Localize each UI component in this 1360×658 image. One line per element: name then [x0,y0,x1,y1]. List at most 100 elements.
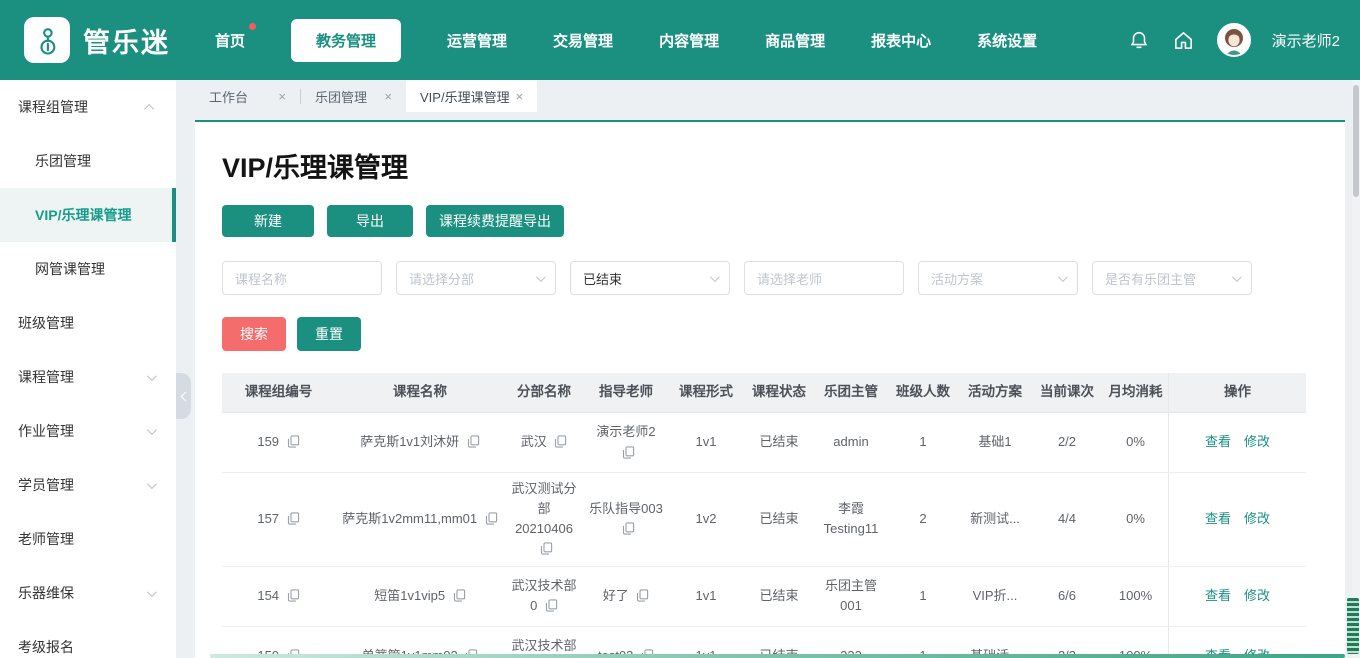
copy-icon[interactable] [287,589,300,602]
table-cell-actions: 查看 修改 [1168,566,1306,626]
nav-item-报表中心[interactable]: 报表中心 [871,30,931,51]
reset-button[interactable]: 重置 [297,317,361,351]
table-cell: 2 [887,473,959,566]
sidebar-item-学员管理[interactable]: 学员管理 [0,458,176,512]
tab-label: 工作台 [209,89,249,105]
current-user[interactable]: 演示老师2 [1272,30,1340,51]
filter-select-是否有乐团主管[interactable]: 是否有乐团主管 [1092,261,1252,295]
table-cell: 0% [1103,413,1168,472]
courses-table: 课程组编号 课程名称 分部名称 指导老师 课程形式 课程状态 乐团主管 班级人数 活动方案 当前课… [222,373,1306,658]
scroll-widget[interactable] [1347,598,1359,654]
copy-icon[interactable] [467,435,480,449]
table-cell: 基础1 [959,413,1031,472]
action-link-查看[interactable]: 查看 [1205,509,1231,529]
close-icon[interactable]: × [516,89,524,104]
copy-icon[interactable] [622,522,635,535]
search-button[interactable]: 搜索 [222,317,286,351]
cell-text: 已结束 [759,587,799,603]
sidebar-subitem-VIP/乐理课管理[interactable]: VIP/乐理课管理 [0,188,176,242]
close-icon[interactable]: × [278,89,286,104]
nav-item-教务管理[interactable]: 教务管理 [291,18,402,62]
filter-select-请选择分部[interactable]: 请选择分部 [396,261,556,295]
avatar[interactable] [1216,23,1251,57]
filter-select-已结束[interactable]: 已结束 [570,261,730,295]
toolbar-button-导出[interactable]: 导出 [327,205,413,237]
copy-icon[interactable] [485,512,498,525]
copy-icon[interactable] [287,512,300,525]
page-title: VIP/乐理课管理 [222,153,409,183]
nav-item-首页[interactable]: 首页 [215,22,257,51]
sidebar-subitem-网管课管理[interactable]: 网管课管理 [0,242,176,296]
filter-placeholder: 活动方案 [931,271,984,287]
action-link-修改[interactable]: 修改 [1244,432,1270,452]
music-instrument-icon [40,28,56,55]
sidebar-item-课程管理[interactable]: 课程管理 [0,350,176,404]
table-cell: 武汉 [505,413,583,472]
tab-乐团管理[interactable]: 乐团管理 × [301,80,406,112]
filter-input-请选择老师[interactable]: 请选择老师 [744,261,904,295]
nav-item-系统设置[interactable]: 系统设置 [977,30,1037,51]
cell-text: 已结束 [759,511,799,527]
copy-icon[interactable] [287,435,300,449]
copy-icon[interactable] [622,445,635,459]
bell-icon[interactable] [1127,28,1151,52]
sidebar-item-作业管理[interactable]: 作业管理 [0,404,176,458]
nav-item-商品管理[interactable]: 商品管理 [765,30,825,51]
table-cell: 2/2 [1031,413,1103,472]
copy-icon[interactable] [540,542,553,556]
table-header-活动方案: 活动方案 [968,384,1022,400]
sidebar-item-考级报名[interactable]: 考级报名 [0,620,176,658]
action-link-修改[interactable]: 修改 [1244,509,1270,529]
home-icon[interactable] [1172,28,1196,52]
table-cell: 157 [222,473,335,566]
close-icon[interactable]: × [384,89,392,104]
copy-icon[interactable] [545,599,558,612]
vertical-scrollbar[interactable] [1352,80,1360,658]
scrollbar-thumb[interactable] [1353,85,1359,197]
copy-icon[interactable] [453,589,466,602]
notification-dot [249,22,257,30]
filter-input-课程名称[interactable]: 课程名称 [222,261,382,295]
sidebar-item-课程组管理[interactable]: 课程组管理 [0,80,176,134]
sidebar-subitem-乐团管理[interactable]: 乐团管理 [0,134,176,188]
table-cell: 萨克斯1v1刘沐妍 [335,413,505,472]
cell-text: 100% [1118,587,1153,603]
sidebar-item-label: 课程管理 [18,369,74,385]
sidebar-item-label: 班级管理 [18,315,74,331]
sidebar-item-乐器维保[interactable]: 乐器维保 [0,566,176,620]
action-link-修改[interactable]: 修改 [1244,586,1270,606]
tab-工作台[interactable]: 工作台 × [195,80,300,112]
cell-text: 1v2 [695,511,717,527]
brand-logo[interactable]: 管乐迷 [0,17,215,63]
cell-text: 159 [257,432,299,452]
table-cell: 演示老师2 [583,413,669,472]
tab-VIP/乐理课管理[interactable]: VIP/乐理课管理 × [406,80,538,112]
filter-select-活动方案[interactable]: 活动方案 [918,261,1078,295]
cell-text: 1 [919,434,927,450]
brand-name: 管乐迷 [83,27,170,58]
nav-item-内容管理[interactable]: 内容管理 [659,30,719,51]
table-cell: 154 [222,567,335,626]
brand-logo-icon [24,17,70,63]
sidebar-item-班级管理[interactable]: 班级管理 [0,296,176,350]
toolbar-button-课程续费提醒导出[interactable]: 课程续费提醒导出 [426,205,564,237]
nav-item-运营管理[interactable]: 运营管理 [447,30,507,51]
chevron-down-icon [709,271,720,282]
tab-label: VIP/乐理课管理 [420,89,510,105]
table-cell: 武汉技术部0 [505,567,583,626]
nav-item-交易管理[interactable]: 交易管理 [553,30,613,51]
cell-text: 乐团主管001 [824,577,877,614]
action-link-查看[interactable]: 查看 [1205,432,1231,452]
copy-icon[interactable] [636,589,649,602]
sidebar-collapse-handle[interactable] [176,373,191,419]
horizontal-scrollbar[interactable] [210,654,1345,658]
sidebar-item-老师管理[interactable]: 老师管理 [0,512,176,566]
cell-text: 0% [1126,511,1145,527]
content-card: VIP/乐理课管理 新建 导出 课程续费提醒导出 课程名称 请选择分部 已结束 请选择老师… [195,120,1345,658]
search-actions: 搜索 重置 [222,317,1318,351]
copy-icon[interactable] [554,435,567,449]
toolbar-button-新建[interactable]: 新建 [222,205,314,237]
action-link-查看[interactable]: 查看 [1205,586,1231,606]
cell-text: 乐队指导003 [589,499,663,539]
cell-text: VIP折... [972,587,1018,603]
